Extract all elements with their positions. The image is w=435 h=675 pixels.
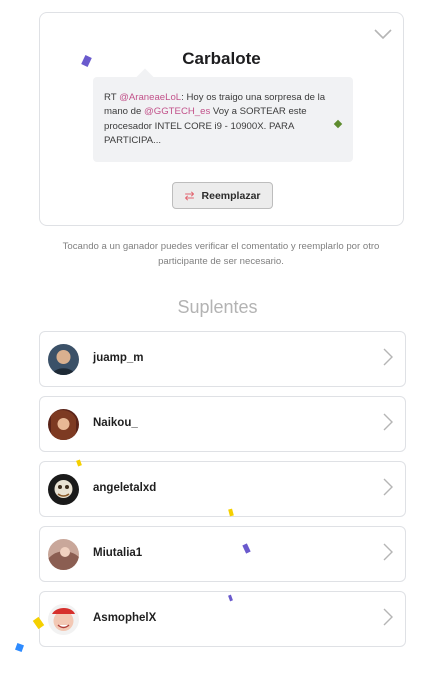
mention-link[interactable]: @GGTECH_es: [144, 106, 210, 117]
avatar: [48, 474, 79, 505]
alternate-item[interactable]: Naikou_: [39, 396, 406, 452]
alternate-name: angeletalxd: [93, 482, 157, 494]
alternates-title: Suplentes: [177, 297, 258, 317]
chevron-right-icon: [383, 608, 393, 626]
replace-button[interactable]: ⇄ Reemplazar: [172, 182, 273, 209]
swap-arrows-icon: ⇄: [184, 188, 195, 203]
chevron-down-icon[interactable]: [373, 27, 393, 41]
avatar: [48, 604, 79, 635]
winner-name: Carbalote: [182, 49, 261, 68]
alternate-name: Naikou_: [93, 417, 138, 429]
alternate-item[interactable]: angeletalxd: [39, 461, 406, 517]
comment-prefix: RT: [104, 92, 120, 103]
replace-button-label: Reemplazar: [201, 189, 261, 202]
avatar: [48, 539, 79, 570]
alternate-item[interactable]: AsmophelX: [39, 591, 406, 647]
alternate-item[interactable]: Miutalia1: [39, 526, 406, 582]
alternate-name: juamp_m: [93, 352, 144, 364]
winner-comment: RT @AraneaeLoL: Hoy os traigo una sorpre…: [93, 77, 353, 162]
chevron-right-icon: [383, 543, 393, 561]
mention-link[interactable]: @AraneaeLoL: [119, 92, 181, 103]
hint-text: Tocando a un ganador puedes verificar el…: [62, 241, 380, 267]
avatar: [48, 344, 79, 375]
chevron-right-icon: [383, 413, 393, 431]
chevron-right-icon: [383, 478, 393, 496]
alternate-name: AsmophelX: [93, 612, 157, 624]
confetti-piece: [15, 643, 24, 652]
chevron-right-icon: [383, 348, 393, 366]
avatar: [48, 409, 79, 440]
alternate-name: Miutalia1: [93, 547, 143, 559]
winner-card[interactable]: Carbalote RT @AraneaeLoL: Hoy os traigo …: [39, 12, 404, 226]
alternate-item[interactable]: juamp_m: [39, 331, 406, 387]
